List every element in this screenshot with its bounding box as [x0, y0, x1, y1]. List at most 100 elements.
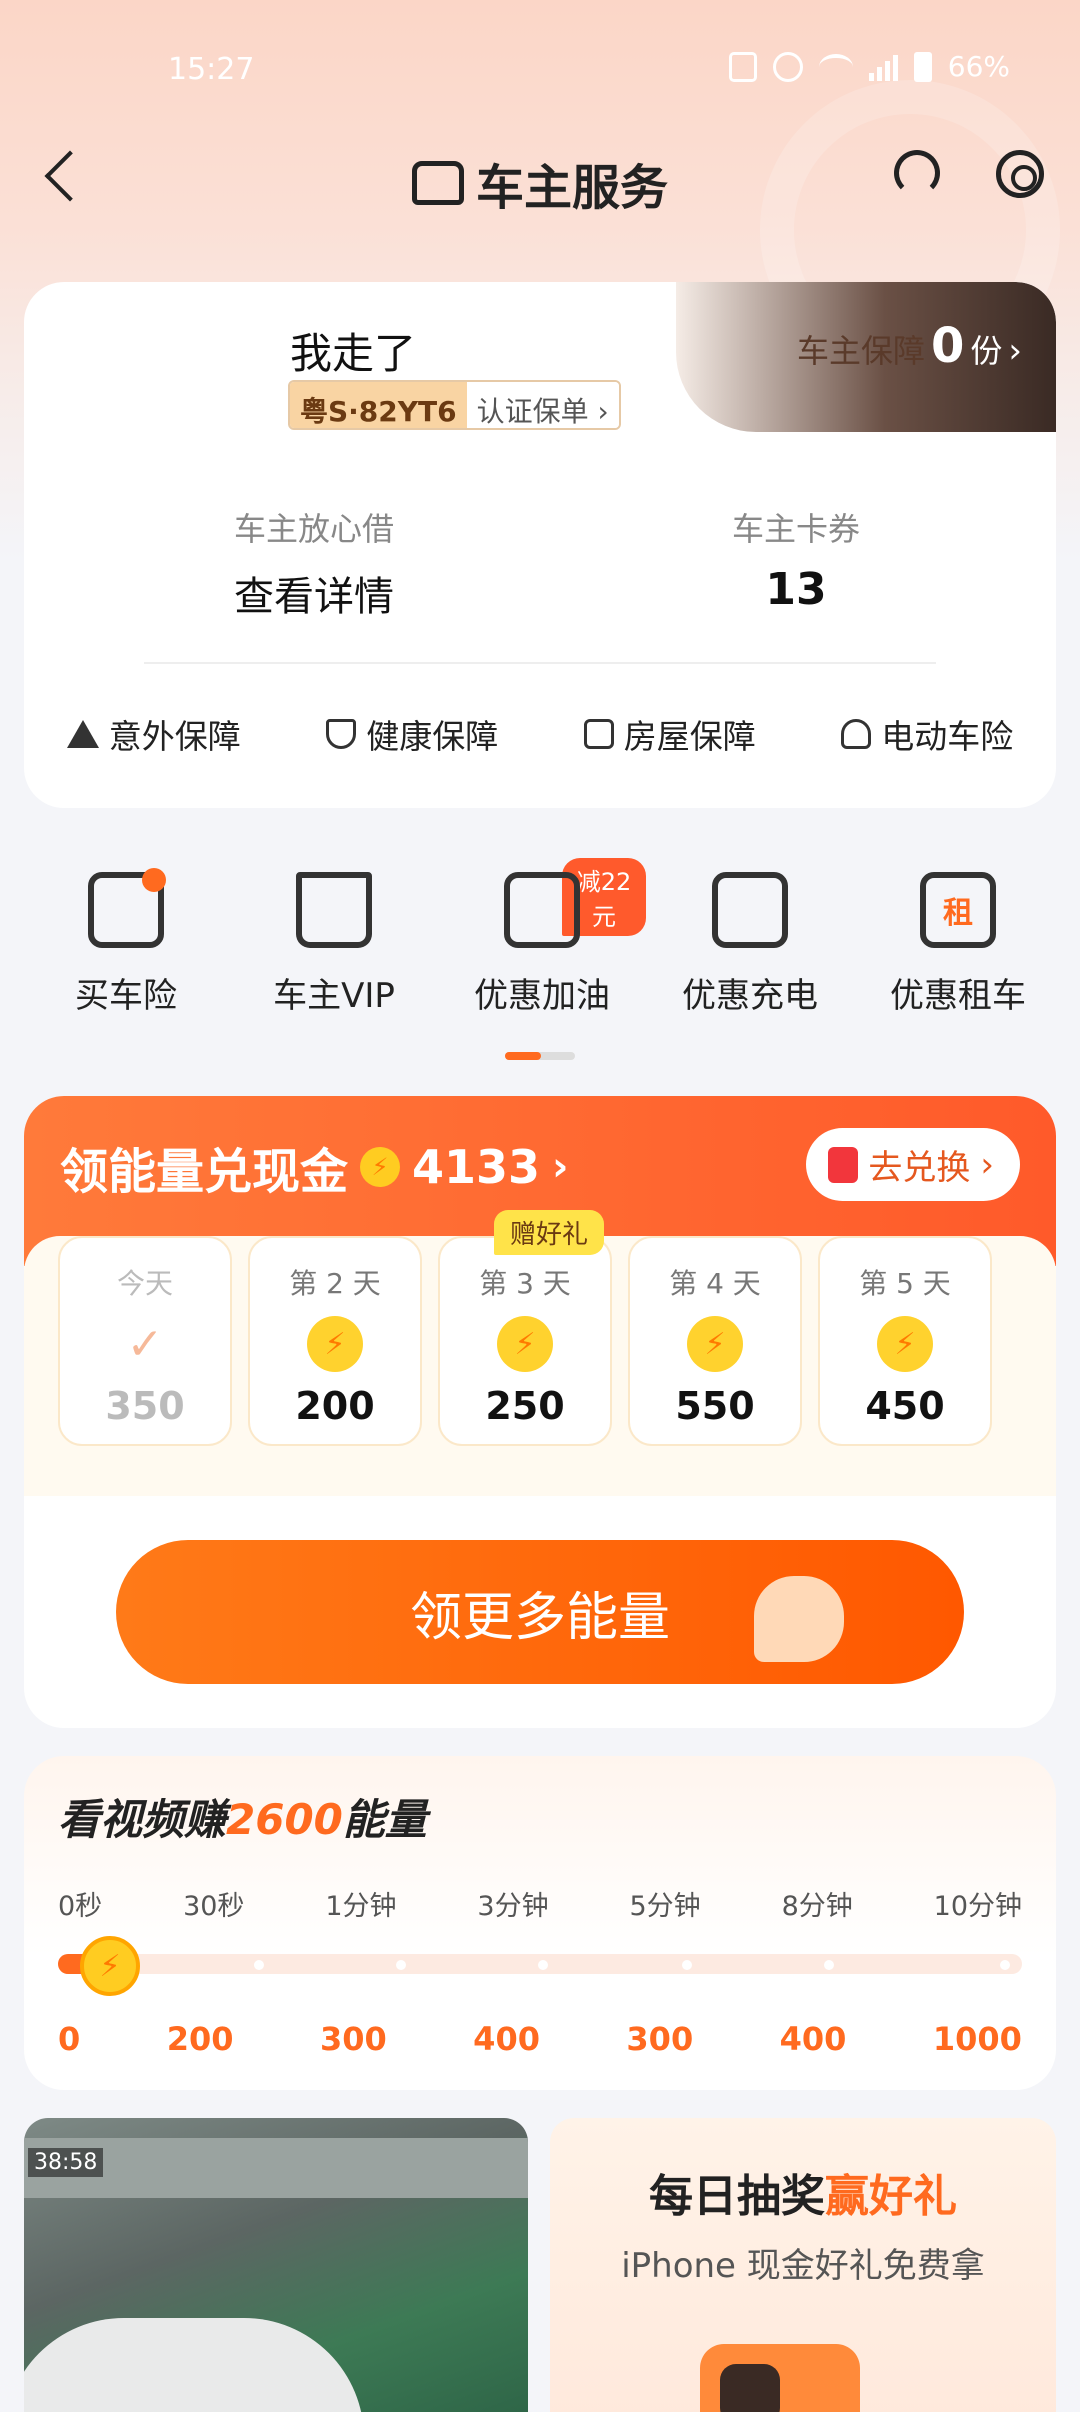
stat-label: 车主放心借: [233, 510, 394, 548]
checkmark-icon: ✓: [126, 1318, 164, 1370]
insurance-house[interactable]: 房屋保障: [583, 710, 756, 758]
customer-service-icon[interactable]: [894, 150, 940, 196]
service-charging[interactable]: 优惠充电: [646, 872, 854, 1017]
owner-guarantee-banner[interactable]: 车主保障 0 份 ›: [676, 282, 1056, 432]
insurance-ebike[interactable]: 电动车险: [841, 710, 1013, 758]
car-service-icon: [411, 161, 464, 205]
service-vip[interactable]: 车主VIP: [230, 872, 438, 1017]
crown-icon: [296, 872, 372, 948]
energy-bolt-icon: ⚡: [307, 1316, 363, 1372]
license-plate-badge[interactable]: 粤S·82YT6 认证保单 ›: [288, 380, 621, 430]
stat-value: 查看详情: [234, 574, 394, 620]
lottery-title: 每日抽奖赢好礼: [649, 2171, 957, 2222]
page-title: 车主服务: [475, 160, 668, 216]
guarantee-unit: 份: [970, 332, 1003, 370]
street-photo-card[interactable]: 38:58: [24, 2118, 528, 2412]
lottery-subtitle: iPhone 现金好礼免费拿: [621, 2246, 985, 2286]
checkin-day[interactable]: 第 4 天 ⚡ 550: [628, 1236, 802, 1446]
checkin-days: 今天 ✓ 350 第 2 天 ⚡ 200 第 3 天 ⚡ 250 第 4 天 ⚡…: [58, 1236, 992, 1446]
plate-number: 粤S·82YT6: [290, 382, 467, 428]
ebike-icon: [841, 719, 872, 749]
insurance-row: 意外保障 健康保障 房屋保障 电动车险: [24, 710, 1056, 758]
pointing-hand-icon: [754, 1576, 844, 1662]
fuel-icon: [504, 872, 580, 948]
service-label: 优惠充电: [682, 976, 818, 1016]
status-time: 15:27: [168, 52, 255, 87]
timeline-labels: 0秒 30秒 1分钟 3分钟 5分钟 8分钟 10分钟: [58, 1884, 1022, 1923]
service-label: 买车险: [75, 976, 177, 1016]
insurance-health[interactable]: 健康保障: [326, 710, 498, 758]
service-rent-car[interactable]: 租 优惠租车: [854, 872, 1062, 1017]
get-more-energy-button[interactable]: 领更多能量: [116, 1540, 964, 1684]
scroll-indicator: [505, 1052, 575, 1060]
timeline-value: 1000: [932, 2020, 1022, 2058]
settings-gear-icon[interactable]: [996, 150, 1044, 198]
energy-bolt-icon: ⚡: [497, 1316, 553, 1372]
profile-card: 车主保障 0 份 › 我走了 粤S·82YT6 认证保单 › 车主放心借 查看详…: [24, 282, 1056, 808]
timeline-time: 0秒: [58, 1891, 103, 1922]
energy-bolt-icon: ⚡: [687, 1316, 743, 1372]
stat-coupons[interactable]: 车主卡券 13: [646, 504, 946, 615]
daily-lottery-card[interactable]: 每日抽奖赢好礼 iPhone 现金好礼免费拿: [550, 2118, 1056, 2412]
chevron-right-icon: ›: [552, 1144, 569, 1190]
timeline-values: 0 200 300 400 300 400 1000: [58, 2020, 1022, 2058]
service-grid: 买车险 车主VIP 减22元 优惠加油 优惠充电 租 优惠租车: [0, 858, 1080, 1017]
timeline-time: 3分钟: [477, 1891, 549, 1922]
iphone-prize-icon: [700, 2344, 860, 2412]
red-envelope-icon: [828, 1146, 859, 1183]
video-earn-title[interactable]: 看视频赚2600能量: [58, 1786, 427, 1847]
stat-value: 13: [765, 564, 827, 615]
service-fuel[interactable]: 减22元 优惠加油: [438, 858, 646, 1017]
car-insurance-icon: [88, 868, 166, 948]
guarantee-label: 车主保障: [796, 332, 925, 370]
timeline-time: 30秒: [183, 1891, 245, 1922]
timeline-value: 200: [166, 2020, 234, 2058]
stat-loan[interactable]: 车主放心借 查看详情: [164, 504, 464, 622]
checkin-day[interactable]: 第 5 天 ⚡ 450: [818, 1236, 992, 1446]
timeline-value: 0: [58, 2020, 81, 2058]
house-icon: [583, 719, 614, 749]
timeline-value: 300: [319, 2020, 387, 2058]
energy-bolt-icon: ⚡: [877, 1316, 933, 1372]
timeline-time: 10分钟: [933, 1891, 1022, 1922]
timeline-time: 1分钟: [325, 1891, 397, 1922]
energy-points: 4133: [412, 1140, 541, 1194]
insurance-accident[interactable]: 意外保障: [66, 710, 241, 758]
chevron-right-icon: ›: [1008, 331, 1022, 371]
warning-icon: [66, 720, 99, 748]
service-label: 优惠加油: [474, 976, 610, 1016]
video-earn-card: 看视频赚2600能量 0秒 30秒 1分钟 3分钟 5分钟 8分钟 10分钟 ⚡…: [24, 1756, 1056, 2090]
photo-car: [24, 2318, 364, 2412]
stat-label: 车主卡券: [731, 510, 860, 548]
timeline-value: 400: [473, 2020, 540, 2058]
gift-badge: 赠好礼: [494, 1210, 605, 1255]
energy-card: 领能量兑现金 ⚡ 4133 › 去兑换 › 今天 ✓ 350 第 2 天 ⚡ 2…: [24, 1096, 1056, 1728]
timeline-value: 400: [779, 2020, 847, 2058]
checkin-day[interactable]: 第 3 天 ⚡ 250: [438, 1236, 612, 1446]
battery-level: 66%: [947, 50, 1010, 83]
exchange-button[interactable]: 去兑换 ›: [806, 1128, 1020, 1201]
energy-title[interactable]: 领能量兑现金 ⚡ 4133 ›: [60, 1132, 569, 1202]
progress-knob-bolt-icon: ⚡: [80, 1936, 140, 1996]
service-label: 车主VIP: [273, 976, 395, 1016]
battery-icon: [913, 51, 932, 82]
service-buy-insurance[interactable]: 买车险: [22, 868, 230, 1017]
certify-policy-link[interactable]: 认证保单 ›: [466, 382, 619, 428]
nfc-icon: [728, 51, 757, 82]
charging-icon: [712, 872, 788, 948]
progress-track: [58, 1954, 1022, 1974]
shield-check-icon: [326, 719, 357, 749]
rent-car-icon: 租: [920, 872, 996, 948]
username: 我走了: [290, 329, 417, 378]
chevron-right-icon: ›: [980, 1144, 994, 1185]
app-header: 车主服务: [0, 140, 1080, 220]
checkin-day[interactable]: 第 2 天 ⚡ 200: [248, 1236, 422, 1446]
alarm-icon: [772, 51, 803, 82]
signal-icon: [868, 53, 898, 81]
guarantee-count: 0: [930, 318, 965, 374]
status-bar: 15:27 66%: [0, 40, 1080, 100]
energy-bolt-icon: ⚡: [360, 1147, 401, 1187]
checkin-day[interactable]: 今天 ✓ 350: [58, 1236, 232, 1446]
divider: [144, 662, 936, 664]
wifi-icon: [818, 53, 853, 80]
